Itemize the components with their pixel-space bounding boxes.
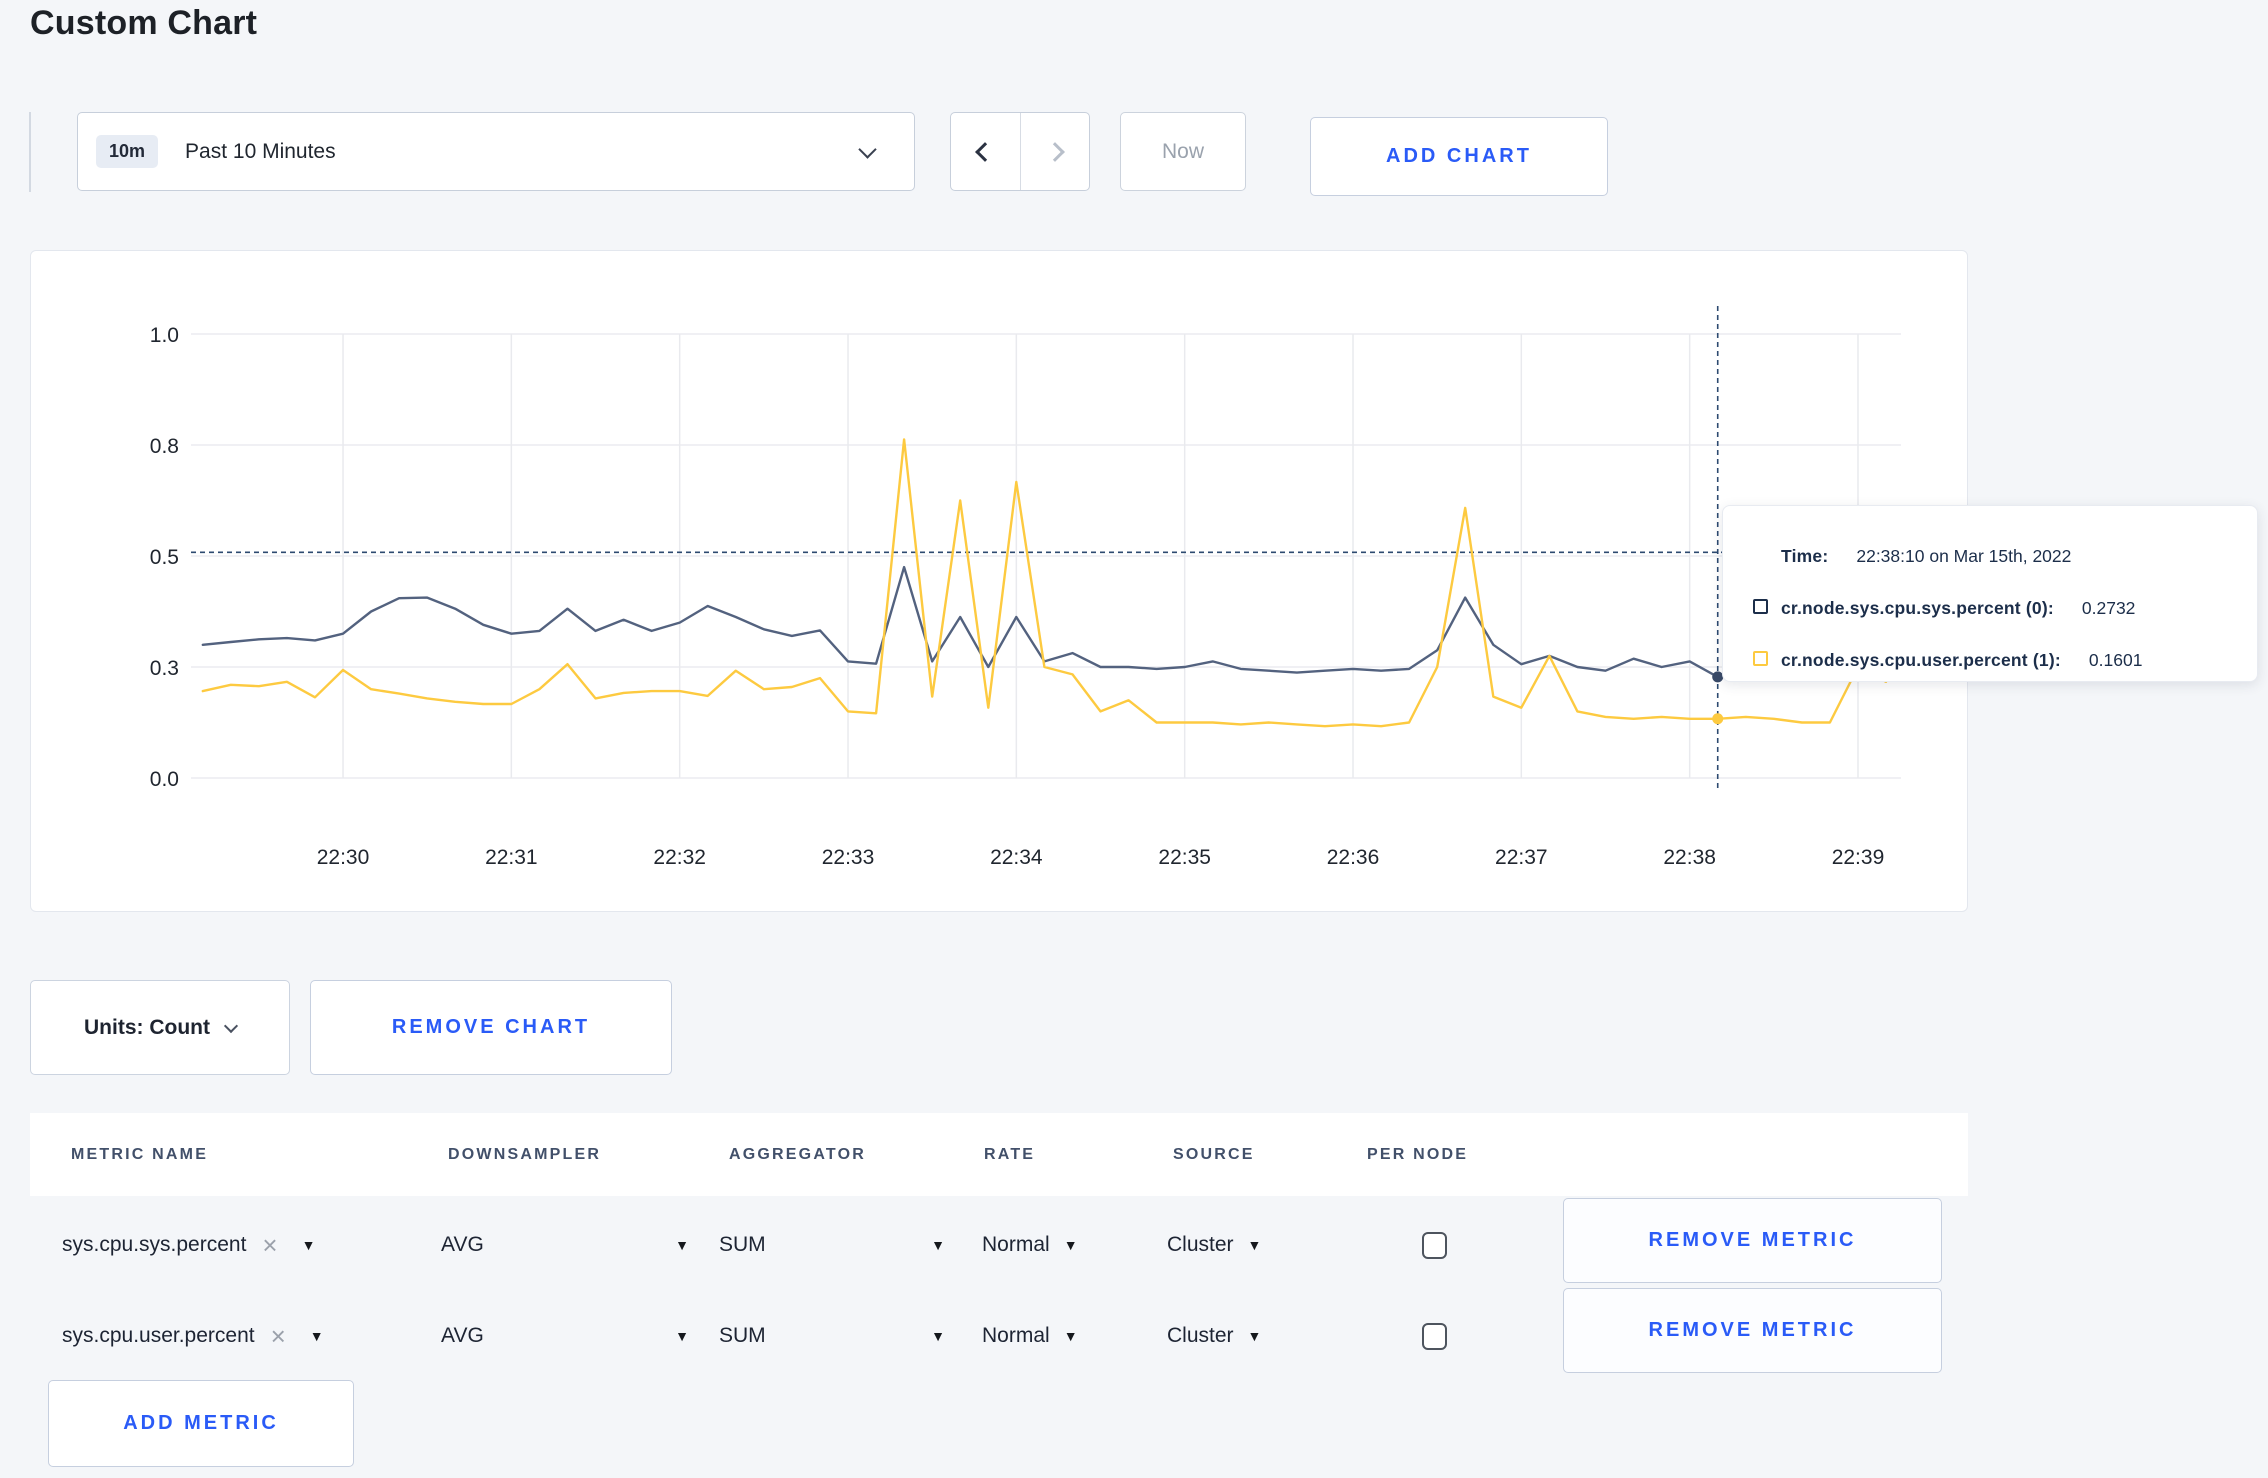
chevron-down-icon (858, 140, 877, 159)
metric-name-dropdown[interactable]: sys.cpu.sys.percent × ▼ (62, 1200, 315, 1290)
x-axis-tick-label: 22:33 (822, 846, 875, 869)
series-line-cr.node.sys.cpu.user.percent (201, 438, 1888, 728)
x-axis-tick-label: 22:35 (1158, 846, 1211, 869)
dropdown-arrow-icon: ▼ (1247, 1328, 1262, 1344)
dropdown-arrow-icon: ▼ (675, 1328, 689, 1344)
now-button[interactable]: Now (1120, 112, 1246, 191)
dropdown-arrow-icon: ▼ (309, 1328, 324, 1344)
tooltip-series-name: cr.node.sys.cpu.sys.percent (0): (1781, 597, 2054, 618)
add-metric-button[interactable]: ADD METRIC (48, 1380, 354, 1467)
metric-name-value: sys.cpu.user.percent (62, 1324, 255, 1347)
source-value: Cluster (1167, 1324, 1234, 1347)
chevron-right-icon (1044, 141, 1065, 162)
clear-metric-icon[interactable]: × (262, 1232, 277, 1258)
source-select[interactable]: Cluster ▼ (1167, 1200, 1261, 1290)
chevron-down-icon (223, 1018, 239, 1033)
aggregator-select[interactable]: SUM ▼ (719, 1200, 945, 1290)
downsampler-select[interactable]: AVG ▼ (441, 1291, 689, 1381)
units-dropdown[interactable]: Units: Count (30, 980, 290, 1075)
crosshair-dot-cr.node.sys.cpu.user.percent (1712, 713, 1724, 725)
series-user-swatch-icon (1753, 651, 1768, 666)
aggregator-value: SUM (719, 1233, 766, 1256)
x-axis-tick-label: 22:34 (990, 846, 1043, 869)
remove-chart-button[interactable]: REMOVE CHART (310, 980, 672, 1075)
metric-name-value: sys.cpu.sys.percent (62, 1233, 247, 1256)
metric-row: sys.cpu.sys.percent × ▼ AVG ▼ SUM ▼ Norm… (30, 1198, 1968, 1290)
downsampler-value: AVG (441, 1233, 484, 1256)
y-axis-tick-label: 0.0 (150, 768, 179, 791)
rate-select[interactable]: Normal ▼ (982, 1291, 1078, 1381)
y-axis-tick-label: 0.3 (150, 657, 179, 680)
dropdown-arrow-icon: ▼ (1247, 1237, 1262, 1253)
column-header-aggregator: AGGREGATOR (729, 1145, 866, 1163)
x-axis-tick-label: 22:30 (317, 846, 370, 869)
tooltip-time-label: Time: (1781, 545, 1829, 566)
tooltip-series-value: 0.1601 (2088, 649, 2143, 670)
dropdown-arrow-icon: ▼ (301, 1237, 316, 1253)
time-pager (950, 112, 1090, 191)
rate-value: Normal (982, 1324, 1050, 1347)
page-title: Custom Chart (30, 4, 258, 42)
custom-chart-page: Custom Chart 10m Past 10 Minutes Now ADD… (0, 0, 2268, 1478)
source-value: Cluster (1167, 1233, 1234, 1256)
column-header-per-node: PER NODE (1367, 1145, 1469, 1163)
x-axis-tick-label: 22:32 (653, 846, 706, 869)
x-axis-tick-label: 22:37 (1495, 846, 1548, 869)
aggregator-value: SUM (719, 1324, 766, 1347)
remove-metric-button[interactable]: REMOVE METRIC (1563, 1198, 1942, 1283)
series-sys-swatch-icon (1753, 599, 1768, 614)
column-header-rate: RATE (984, 1145, 1036, 1163)
dropdown-arrow-icon: ▼ (931, 1237, 945, 1253)
column-header-downsampler: DOWNSAMPLER (448, 1145, 602, 1163)
chevron-left-icon (975, 141, 996, 162)
x-axis-tick-label: 22:36 (1327, 846, 1380, 869)
units-label: Units: Count (84, 1015, 210, 1039)
aggregator-select[interactable]: SUM ▼ (719, 1291, 945, 1381)
column-header-source: SOURCE (1173, 1145, 1255, 1163)
metric-row: sys.cpu.user.percent × ▼ AVG ▼ SUM ▼ Nor… (30, 1288, 1968, 1381)
metrics-table-header: METRIC NAME DOWNSAMPLER AGGREGATOR RATE … (30, 1113, 1968, 1196)
tooltip-series-value: 0.2732 (2081, 597, 2136, 618)
metric-name-dropdown[interactable]: sys.cpu.user.percent × ▼ (62, 1291, 324, 1381)
time-range-dropdown[interactable]: 10m Past 10 Minutes (77, 112, 915, 191)
remove-metric-button[interactable]: REMOVE METRIC (1563, 1288, 1942, 1373)
dropdown-arrow-icon: ▼ (931, 1328, 945, 1344)
column-header-metric-name: METRIC NAME (71, 1145, 209, 1163)
y-axis-tick-label: 1.0 (150, 324, 179, 347)
tooltip-time-row: Time: 22:38:10 on Mar 15th, 2022 (1723, 530, 2257, 582)
y-axis-tick-label: 0.8 (150, 435, 179, 458)
y-axis-tick-label: 0.5 (150, 546, 179, 569)
x-axis-tick-label: 22:31 (485, 846, 538, 869)
per-node-cell (1422, 1291, 1447, 1381)
downsampler-value: AVG (441, 1324, 484, 1347)
rate-value: Normal (982, 1233, 1050, 1256)
x-axis-tick-label: 22:39 (1832, 846, 1885, 869)
dropdown-arrow-icon: ▼ (675, 1237, 689, 1253)
downsampler-select[interactable]: AVG ▼ (441, 1200, 689, 1290)
chart-canvas[interactable]: 0.0 0.3 0.5 0.8 1.0 22:30 22:31 22:32 22:33 22:34… (31, 251, 1967, 911)
chart-card: 0.0 0.3 0.5 0.8 1.0 22:30 22:31 22:32 22:33 22:34… (30, 250, 1968, 912)
per-node-checkbox[interactable] (1422, 1322, 1447, 1350)
tooltip-series-row: cr.node.sys.cpu.user.percent (1): 0.1601 (1723, 634, 2257, 686)
per-node-cell (1422, 1200, 1447, 1290)
time-range-label: Past 10 Minutes (185, 139, 336, 163)
time-range-badge: 10m (96, 135, 159, 168)
toolbar-divider (29, 112, 31, 192)
tooltip-series-name: cr.node.sys.cpu.user.percent (1): (1781, 649, 2061, 670)
source-select[interactable]: Cluster ▼ (1167, 1291, 1261, 1381)
rate-select[interactable]: Normal ▼ (982, 1200, 1078, 1290)
x-axis-tick-label: 22:38 (1663, 846, 1716, 869)
tooltip-time-value: 22:38:10 on Mar 15th, 2022 (1856, 545, 2072, 566)
tooltip-series-row: cr.node.sys.cpu.sys.percent (0): 0.2732 (1723, 582, 2257, 634)
prev-time-button[interactable] (951, 113, 1021, 190)
next-time-button[interactable] (1021, 113, 1090, 190)
clear-metric-icon[interactable]: × (271, 1323, 286, 1349)
add-chart-button[interactable]: ADD CHART (1310, 117, 1608, 196)
per-node-checkbox[interactable] (1422, 1231, 1447, 1259)
dropdown-arrow-icon: ▼ (1063, 1237, 1078, 1253)
dropdown-arrow-icon: ▼ (1063, 1328, 1078, 1344)
chart-tooltip: Time: 22:38:10 on Mar 15th, 2022 cr.node… (1722, 505, 2258, 682)
